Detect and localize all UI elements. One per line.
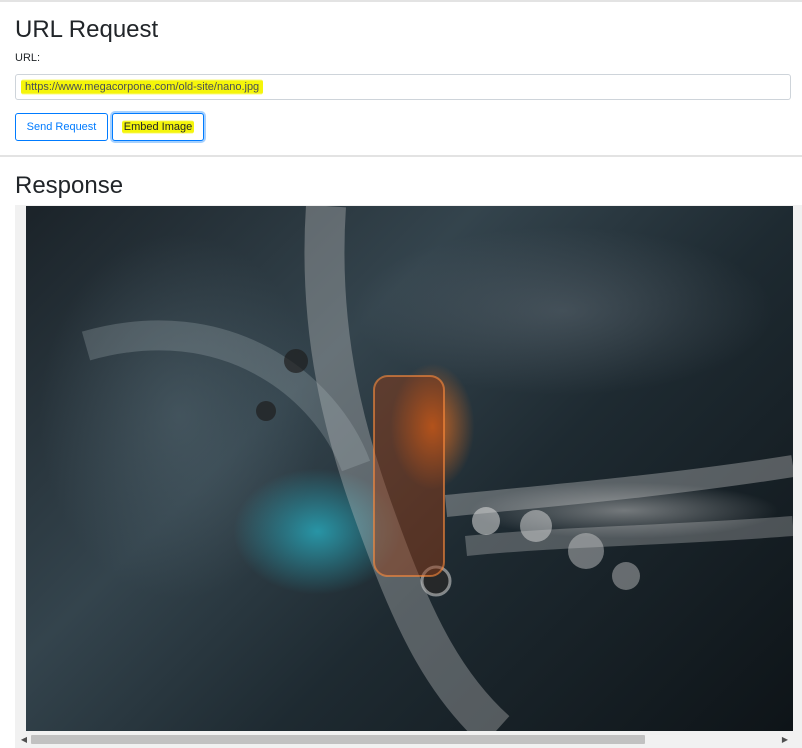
url-input[interactable]: https://www.megacorpone.com/old-site/nan… bbox=[15, 74, 791, 100]
embed-image-button[interactable]: Embed Image bbox=[112, 113, 204, 141]
dna-helix-image bbox=[26, 206, 793, 731]
url-highlight: https://www.megacorpone.com/old-site/nan… bbox=[21, 79, 264, 95]
url-input-value: https://www.megacorpone.com/old-site/nan… bbox=[21, 79, 264, 95]
scrollbar-thumb[interactable] bbox=[31, 735, 645, 744]
horizontal-scrollbar[interactable]: ◀ ▶ bbox=[15, 732, 802, 748]
scroll-left-arrow-icon[interactable]: ◀ bbox=[17, 732, 31, 746]
scroll-right-arrow-icon[interactable]: ▶ bbox=[778, 732, 792, 746]
embed-image-label: Embed Image bbox=[121, 120, 195, 134]
url-request-page: URL Request URL: https://www.megacorpone… bbox=[0, 0, 802, 748]
url-label: URL: bbox=[15, 52, 41, 64]
url-request-title: URL Request bbox=[15, 16, 159, 43]
dna-helix-illustration bbox=[81, 206, 793, 731]
response-title: Response bbox=[15, 172, 124, 199]
section-divider bbox=[0, 155, 802, 157]
send-request-button[interactable]: Send Request bbox=[15, 113, 108, 141]
response-frame: ◀ ▶ bbox=[15, 205, 802, 748]
url-request-section: URL Request URL: https://www.megacorpone… bbox=[0, 2, 802, 156]
